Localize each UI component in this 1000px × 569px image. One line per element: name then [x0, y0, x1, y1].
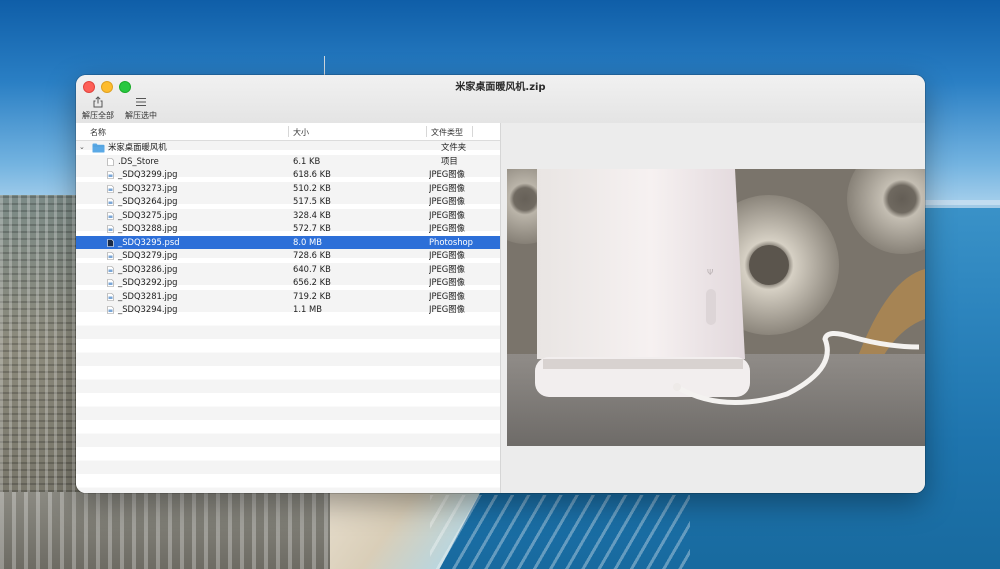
file-name: _SDQ3275.jpg	[118, 209, 178, 220]
file-kind: 项目	[441, 155, 458, 166]
file-size: 719.2 KB	[293, 290, 331, 301]
column-header: 名称 大小 文件类型	[76, 123, 500, 141]
extract-selected-button[interactable]: 解压选中	[125, 96, 157, 121]
file-kind: JPEG图像	[429, 263, 466, 274]
jpeg-file-icon	[107, 306, 114, 314]
column-divider[interactable]	[472, 126, 473, 137]
jpeg-file-icon	[107, 279, 114, 287]
preview-pane: Ψ	[506, 123, 925, 493]
file-kind: JPEG图像	[429, 304, 466, 314]
jpeg-file-icon	[107, 252, 114, 260]
column-kind-header[interactable]: 文件类型	[431, 127, 463, 138]
file-size: 6.1 KB	[293, 155, 321, 166]
file-size: 1.1 MB	[293, 304, 322, 314]
file-size: 656.2 KB	[293, 277, 331, 287]
file-name: _SDQ3281.jpg	[118, 290, 178, 301]
file-name: _SDQ3264.jpg	[118, 196, 178, 206]
jpeg-file-icon	[107, 198, 114, 206]
file-name: .DS_Store	[118, 155, 159, 166]
file-size: 8.0 MB	[293, 236, 322, 247]
column-size-header[interactable]: 大小	[293, 127, 309, 138]
window-title: 米家桌面暖风机.zip	[455, 82, 546, 93]
file-size: 640.7 KB	[293, 263, 331, 274]
preview-image: Ψ	[507, 169, 925, 446]
file-kind: JPEG图像	[429, 196, 466, 206]
jpeg-file-icon	[107, 184, 114, 193]
file-kind: JPEG图像	[429, 277, 466, 287]
file-size: 618.6 KB	[293, 169, 331, 179]
svg-text:Ψ: Ψ	[707, 268, 713, 277]
file-row[interactable]: _SDQ3275.jpg 328.4 KB JPEG图像	[76, 208, 500, 222]
jpeg-file-icon	[107, 292, 114, 301]
file-size: 517.5 KB	[293, 196, 331, 206]
file-name: _SDQ3292.jpg	[118, 277, 178, 287]
file-name: _SDQ3288.jpg	[118, 223, 178, 233]
extract-all-button[interactable]: 解压全部	[82, 96, 114, 121]
folder-kind: 文件夹	[441, 142, 467, 152]
file-row[interactable]: _SDQ3294.jpg 1.1 MB JPEG图像	[76, 303, 500, 317]
file-kind: JPEG图像	[429, 169, 466, 179]
file-row[interactable]: _SDQ3292.jpg 656.2 KB JPEG图像	[76, 276, 500, 290]
file-row[interactable]: _SDQ3273.jpg 510.2 KB JPEG图像	[76, 181, 500, 195]
file-row[interactable]: _SDQ3295.psd 8.0 MB Photoshop	[76, 235, 500, 249]
folder-icon	[92, 143, 105, 153]
jpeg-file-icon	[107, 225, 114, 233]
share-export-icon	[93, 96, 103, 108]
heater-photo: Ψ	[507, 169, 925, 446]
file-size: 572.7 KB	[293, 223, 331, 233]
file-name: _SDQ3286.jpg	[118, 263, 178, 274]
folder-row[interactable]: ⌄ 米家桌面暖风机 文件夹	[76, 141, 500, 155]
file-kind: JPEG图像	[429, 223, 466, 233]
extract-selected-label: 解压选中	[125, 111, 157, 120]
extract-all-label: 解压全部	[82, 111, 114, 120]
file-kind: JPEG图像	[429, 209, 466, 220]
wallpaper-city-bottom	[0, 492, 330, 569]
file-size: 328.4 KB	[293, 209, 331, 220]
column-divider[interactable]	[426, 126, 427, 137]
file-kind: Photoshop	[429, 236, 474, 247]
archive-window: 米家桌面暖风机.zip 解压全部 解压选中 名称 大小 文件类型 ⌄ 米家桌面暖…	[76, 75, 925, 493]
jpeg-file-icon	[107, 211, 114, 220]
file-kind: JPEG图像	[429, 290, 466, 301]
file-row[interactable]: _SDQ3299.jpg 618.6 KB JPEG图像	[76, 168, 500, 182]
file-name: _SDQ3273.jpg	[118, 182, 178, 193]
chevron-down-icon[interactable]: ⌄	[79, 141, 85, 155]
file-size: 728.6 KB	[293, 250, 331, 260]
file-row[interactable]: _SDQ3286.jpg 640.7 KB JPEG图像	[76, 262, 500, 276]
column-name-header[interactable]: 名称	[90, 127, 106, 138]
file-row[interactable]: .DS_Store 6.1 KB 项目	[76, 154, 500, 168]
jpeg-file-icon	[107, 171, 114, 179]
file-row[interactable]: _SDQ3288.jpg 572.7 KB JPEG图像	[76, 222, 500, 236]
file-size: 510.2 KB	[293, 182, 331, 193]
file-kind: JPEG图像	[429, 250, 466, 260]
file-name: _SDQ3294.jpg	[118, 304, 178, 314]
blank-file-icon	[107, 157, 114, 166]
jpeg-file-icon	[107, 265, 114, 274]
file-name: _SDQ3279.jpg	[118, 250, 178, 260]
file-name: _SDQ3299.jpg	[118, 169, 178, 179]
psd-file-icon	[107, 238, 114, 247]
list-icon	[136, 98, 146, 106]
file-row[interactable]: _SDQ3279.jpg 728.6 KB JPEG图像	[76, 249, 500, 263]
file-row[interactable]: _SDQ3281.jpg 719.2 KB JPEG图像	[76, 289, 500, 303]
file-rows: ⌄ 米家桌面暖风机 文件夹 .DS_Store 6.1 KB 项目 _SDQ3299.…	[76, 141, 500, 317]
column-divider[interactable]	[288, 126, 289, 137]
wallpaper-surf	[430, 495, 690, 569]
file-list-pane[interactable]: 名称 大小 文件类型 ⌄ 米家桌面暖风机 文件夹 .DS_Store 6.1 KB…	[76, 123, 500, 493]
title-bar[interactable]: 米家桌面暖风机.zip 解压全部 解压选中	[76, 75, 925, 124]
file-kind: JPEG图像	[429, 182, 466, 193]
folder-name: 米家桌面暖风机	[108, 142, 167, 152]
file-row[interactable]: _SDQ3264.jpg 517.5 KB JPEG图像	[76, 195, 500, 209]
file-name: _SDQ3295.psd	[118, 236, 180, 247]
